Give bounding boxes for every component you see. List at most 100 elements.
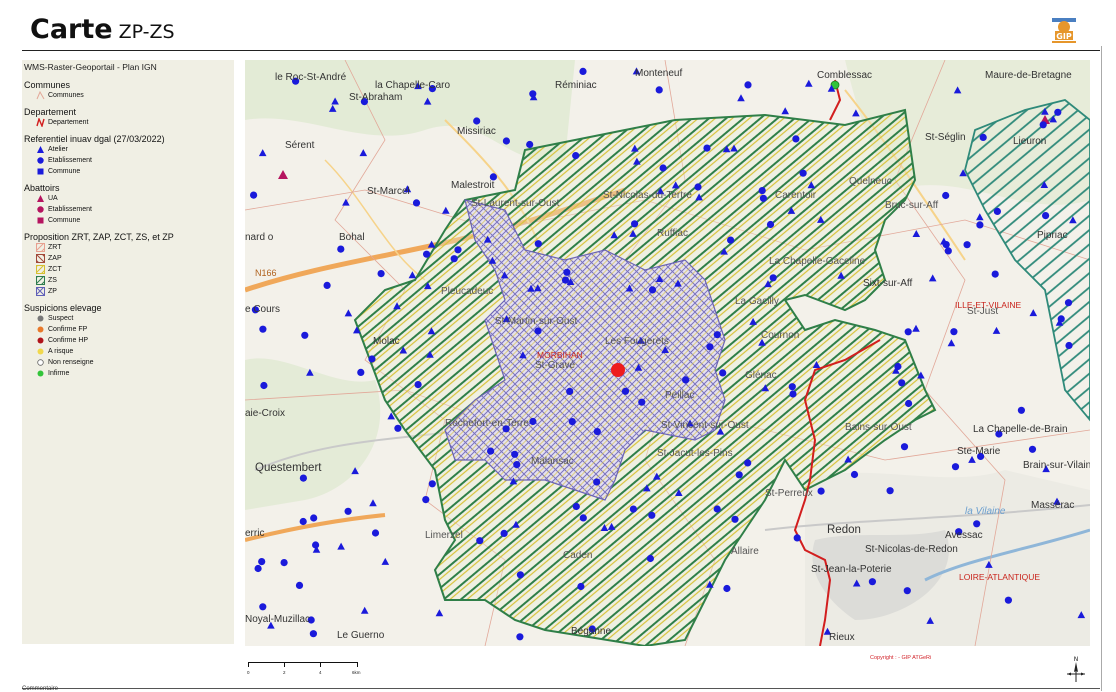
etablissement-marker bbox=[659, 164, 667, 172]
place-la-gacilly: La Gacilly bbox=[735, 296, 779, 307]
legend-basemap: WMS-Raster-Geoportail - Plan IGN bbox=[24, 62, 157, 72]
atelier-marker bbox=[852, 579, 861, 587]
footer-rule bbox=[22, 688, 1100, 689]
region-ille-et-vilaine: ILLE-ET-VILAINE bbox=[955, 300, 1022, 310]
atelier-marker bbox=[534, 284, 542, 292]
etablissement-marker bbox=[280, 559, 288, 567]
legend-item-zrt: ZRT bbox=[33, 240, 61, 254]
place-la-chapelle-gaceline: La Chapelle-Gaceline bbox=[769, 256, 866, 267]
etablissement-marker bbox=[719, 369, 727, 377]
legend-item-communes: Communes bbox=[36, 90, 84, 100]
atelier-marker bbox=[1029, 309, 1038, 317]
etablissement-marker bbox=[817, 487, 825, 495]
place-st-jacut: St-Jacut-les-Pins bbox=[657, 448, 733, 459]
atelier-marker bbox=[805, 79, 813, 87]
etablissement-marker bbox=[963, 241, 971, 249]
svg-text:GIP: GIP bbox=[1056, 32, 1072, 41]
etablissement-marker bbox=[593, 478, 601, 486]
etablissement-marker bbox=[337, 245, 345, 253]
atelier-marker bbox=[1041, 107, 1049, 115]
etablissement-marker bbox=[1057, 315, 1065, 323]
legend-item-zp: ZP bbox=[35, 286, 57, 296]
legend-item-departement: Departement bbox=[36, 116, 88, 129]
place-la-chapelle-brain: La Chapelle-de-Brain bbox=[973, 424, 1068, 435]
circle-orange-icon bbox=[36, 325, 45, 334]
place-cournon: Cournon bbox=[761, 330, 800, 341]
etablissement-marker bbox=[1039, 121, 1047, 129]
etablissement-marker bbox=[500, 529, 508, 537]
etablissement-marker bbox=[301, 331, 309, 339]
triangle-blue-icon bbox=[36, 145, 45, 154]
etablissement-marker bbox=[769, 274, 777, 282]
place-serent: Sérent bbox=[285, 140, 315, 151]
atelier-marker bbox=[607, 522, 616, 530]
place-st-nicolas: St-Nicolas-du-Tertre bbox=[603, 190, 692, 201]
etablissement-marker bbox=[788, 383, 796, 391]
atelier-marker bbox=[328, 104, 337, 112]
legend-item-non-renseigne: Non renseigne bbox=[36, 358, 94, 367]
atelier-marker bbox=[408, 271, 417, 279]
etablissement-marker bbox=[631, 220, 639, 228]
place-le-roc: le Roc-St-André bbox=[275, 72, 347, 83]
atelier-marker bbox=[509, 477, 518, 485]
atelier-marker bbox=[393, 302, 401, 310]
etablissement-marker bbox=[793, 534, 801, 542]
zrt-hatch-icon bbox=[33, 240, 47, 254]
atelier-marker bbox=[992, 326, 1001, 334]
atelier-marker bbox=[837, 271, 845, 279]
legend-section-suspicions: Suspicions elevage bbox=[24, 303, 102, 313]
map-canvas[interactable]: le Roc-St-André la Chapelle-Caro Réminia… bbox=[245, 60, 1090, 646]
scale-tick-2: 2 bbox=[283, 670, 286, 675]
etablissement-marker bbox=[789, 390, 797, 398]
etablissement-marker bbox=[905, 399, 913, 408]
place-noyal: Noyal-Muzillac bbox=[245, 614, 311, 625]
place-caden: Caden bbox=[563, 550, 593, 561]
place-lieuron: Lieuron bbox=[1013, 136, 1047, 147]
place-maure: Maure-de-Bretagne bbox=[985, 70, 1072, 81]
etablissement-marker bbox=[414, 381, 422, 389]
etablissement-marker bbox=[951, 463, 960, 471]
atelier-marker bbox=[488, 256, 497, 264]
etablissement-marker bbox=[979, 133, 987, 141]
atelier-marker bbox=[359, 149, 368, 157]
etablissement-marker bbox=[476, 537, 484, 545]
atelier-marker bbox=[633, 157, 641, 165]
circle-magenta-icon bbox=[36, 205, 45, 214]
atelier-marker bbox=[807, 181, 816, 189]
atelier-marker bbox=[812, 361, 821, 368]
atelier-marker bbox=[959, 169, 967, 177]
place-les-cours: e Cours bbox=[245, 304, 281, 315]
place-st-marcel: St-Marcel bbox=[367, 186, 410, 197]
legend-item-abattoir-commune: Commune bbox=[36, 216, 80, 225]
atelier-marker bbox=[720, 247, 728, 255]
atelier-marker bbox=[625, 284, 634, 292]
etablissement-marker bbox=[566, 387, 574, 395]
place-molac: Molac bbox=[373, 336, 400, 347]
place-sixt: Sixt-sur-Aff bbox=[863, 278, 913, 289]
etablissement-marker bbox=[744, 459, 752, 467]
etablissement-marker bbox=[1054, 108, 1062, 116]
circle-green-icon bbox=[36, 369, 45, 378]
place-bains: Bains-sur-Oust bbox=[845, 422, 912, 433]
etablissement-marker bbox=[577, 582, 585, 591]
etablissement-marker bbox=[1004, 596, 1013, 604]
atelier-marker bbox=[512, 520, 520, 528]
north-arrow-icon: N bbox=[1067, 656, 1085, 682]
etablissement-marker bbox=[655, 86, 663, 94]
atelier-marker bbox=[351, 467, 359, 475]
etablissement-marker bbox=[254, 564, 262, 573]
atelier-marker bbox=[1077, 611, 1086, 619]
gip-logo: GIP bbox=[1046, 12, 1082, 46]
atelier-marker bbox=[381, 557, 390, 565]
place-n166: N166 bbox=[255, 268, 277, 278]
atelier-marker bbox=[827, 84, 836, 92]
atelier-marker bbox=[337, 542, 345, 550]
atelier-marker bbox=[426, 350, 434, 358]
legend-item-infirme: Infirme bbox=[36, 369, 69, 378]
scale-tick-6: 6km bbox=[352, 670, 361, 675]
etablissement-marker bbox=[250, 191, 258, 199]
etablissement-marker bbox=[454, 246, 462, 254]
atelier-marker bbox=[631, 144, 639, 152]
etablissement-marker bbox=[513, 461, 521, 469]
etablissement-marker bbox=[529, 417, 537, 426]
